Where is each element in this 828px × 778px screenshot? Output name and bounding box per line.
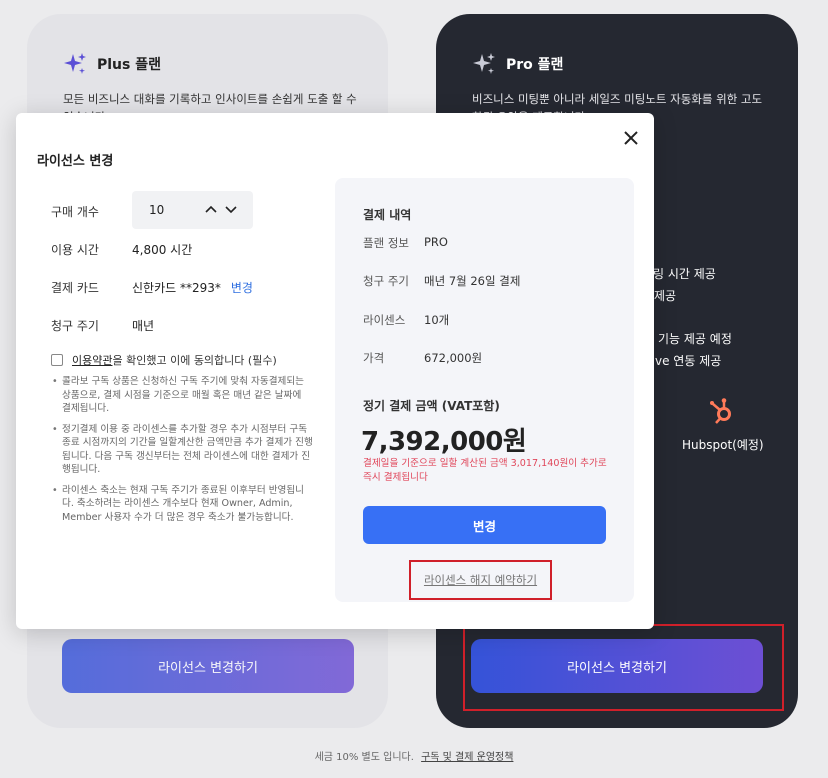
chevron-down-icon[interactable] xyxy=(224,201,238,215)
pro-plan-header: Pro 플랜 xyxy=(472,52,563,76)
pro-plan-name: Pro 플랜 xyxy=(506,57,564,73)
plus-plan-header: Plus 플랜 xyxy=(63,52,161,76)
terms-text: 이용약관을 확인했고 이에 동의합니다 (필수) xyxy=(72,352,277,368)
terms-agreement: 이용약관을 확인했고 이에 동의합니다 (필수) xyxy=(51,352,277,368)
plus-plan-name: Plus 플랜 xyxy=(97,57,161,73)
pro-feature-2: 제공 xyxy=(654,289,677,303)
pro-feature-4: ve 연동 제공 xyxy=(655,354,722,368)
usage-label: 이용 시간 xyxy=(51,243,99,257)
highlight-box xyxy=(463,624,784,711)
license-count-label: 라이센스 xyxy=(363,313,406,327)
license-count-value: 10개 xyxy=(424,313,450,327)
tax-notice: 세금 10% 별도 입니다. xyxy=(314,752,414,763)
card-change-link[interactable]: 변경 xyxy=(231,281,253,295)
quantity-label: 구매 개수 xyxy=(51,205,99,219)
plan-info-value: PRO xyxy=(424,235,448,249)
note-item: 콜라보 구독 상품은 신청하신 구독 주기에 맞춰 자동결제되는 상품으로, 결… xyxy=(51,375,313,416)
hubspot-integration: Hubspot(예정) xyxy=(682,396,764,453)
billing-cycle-label: 청구 주기 xyxy=(51,319,99,333)
sparkle-icon xyxy=(472,52,496,76)
pro-feature-3: 기능 제공 예정 xyxy=(658,332,732,346)
summary-cycle-value: 매년 7월 26일 결제 xyxy=(424,274,521,288)
billing-cycle-value: 매년 xyxy=(132,319,155,333)
price-label: 가격 xyxy=(363,351,385,365)
summary-title: 결제 내역 xyxy=(363,208,412,222)
plus-change-license-button[interactable]: 라이선스 변경하기 xyxy=(62,639,354,693)
usage-value: 4,800 시간 xyxy=(132,243,193,257)
note-item: 정기결제 이용 중 라이센스를 추가할 경우 추가 시점부터 구독 종료 시점까… xyxy=(51,423,313,477)
subscription-policy-link[interactable]: 구독 및 결제 운영정책 xyxy=(421,752,513,763)
license-change-modal: 라이선스 변경 구매 개수 10 이용 시간 4,800 시간 결제 카드 신한… xyxy=(16,113,654,629)
hubspot-icon xyxy=(707,398,737,430)
terms-suffix: 을 확인했고 이에 동의합니다 (필수) xyxy=(112,354,277,367)
close-icon[interactable] xyxy=(620,127,642,149)
hubspot-label: Hubspot(예정) xyxy=(682,438,764,452)
terms-checkbox[interactable] xyxy=(51,354,63,366)
payment-card-row: 신한카드 **293* 변경 xyxy=(132,279,253,296)
total-label: 정기 결제 금액 (VAT포함) xyxy=(363,399,500,413)
submit-change-button[interactable]: 변경 xyxy=(363,506,606,544)
modal-title: 라이선스 변경 xyxy=(37,154,114,169)
payment-summary-panel: 결제 내역 플랜 정보 PRO 청구 주기 매년 7월 26일 결제 라이센스 … xyxy=(335,178,634,602)
quantity-stepper[interactable]: 10 xyxy=(132,191,253,229)
footer: 세금 10% 별도 입니다. 구독 및 결제 운영정책 xyxy=(0,748,828,763)
pro-feature-1: 링 시간 제공 xyxy=(653,267,716,281)
summary-cycle-label: 청구 주기 xyxy=(363,274,409,288)
notes-list: 콜라보 구독 상품은 신청하신 구독 주기에 맞춰 자동결제되는 상품으로, 결… xyxy=(51,375,313,531)
terms-link[interactable]: 이용약관 xyxy=(72,354,112,367)
plan-info-label: 플랜 정보 xyxy=(363,236,409,250)
price-value: 672,000원 xyxy=(424,351,483,365)
chevron-up-icon[interactable] xyxy=(204,201,218,215)
total-amount: 7,392,000원 xyxy=(361,427,527,457)
prorated-notice: 결제일을 기준으로 일할 계산된 금액 3,017,140원이 추가로 즉시 결… xyxy=(363,458,607,483)
sparkle-icon xyxy=(63,52,87,76)
payment-card-value: 신한카드 **293* xyxy=(132,281,221,295)
quantity-value[interactable]: 10 xyxy=(149,203,164,217)
cancel-license-reservation-link[interactable]: 라이센스 해지 예약하기 xyxy=(409,560,552,600)
note-item: 라이센스 축소는 현재 구독 주기가 종료된 이후부터 반영됩니다. 축소하려는… xyxy=(51,484,313,525)
payment-card-label: 결제 카드 xyxy=(51,281,99,295)
